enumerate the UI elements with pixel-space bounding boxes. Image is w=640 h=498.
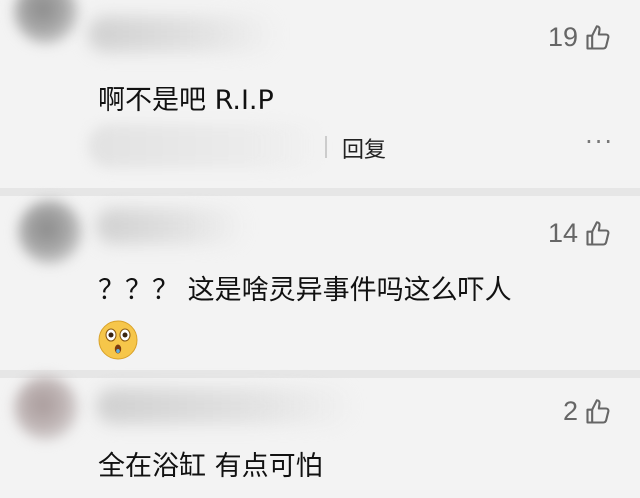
comment-item: 2 全在浴缸 有点可怕 <box>0 376 640 498</box>
reply-preview[interactable] <box>88 124 324 168</box>
like-button[interactable]: 2 <box>563 396 612 427</box>
like-count: 19 <box>547 22 578 52</box>
divider <box>0 188 640 196</box>
like-count: 14 <box>547 218 578 248</box>
avatar[interactable] <box>14 376 78 440</box>
thumbs-up-icon <box>586 24 610 50</box>
divider <box>0 370 640 378</box>
comment-text: ？？？ 这是啥灵异事件吗这么吓人 <box>98 275 512 306</box>
like-button[interactable]: 19 <box>548 22 612 53</box>
username[interactable] <box>96 208 246 244</box>
reply-button[interactable]: 回复 <box>342 132 386 164</box>
thumbs-up-icon <box>586 220 610 246</box>
comment-text: 啊不是吧 R.I.P <box>98 85 274 116</box>
like-count: 2 <box>562 396 578 426</box>
astonished-face-icon <box>98 320 138 360</box>
comment-item: 14 ？？？ 这是啥灵异事件吗这么吓人 <box>0 196 640 370</box>
username[interactable] <box>96 388 356 424</box>
comment-text: 全在浴缸 有点可怕 <box>98 451 323 482</box>
more-options-icon[interactable]: ··· <box>585 128 614 156</box>
avatar[interactable] <box>14 0 78 44</box>
username[interactable] <box>88 16 278 52</box>
comment-feed: 19 啊不是吧 R.I.P 回复 ··· 14 ？？？ 这是啥灵异事件吗这么吓人 <box>0 0 640 498</box>
thumbs-up-icon <box>586 398 610 424</box>
like-button[interactable]: 14 <box>548 218 612 249</box>
reply-separator <box>325 136 327 158</box>
comment-item: 19 啊不是吧 R.I.P 回复 ··· <box>0 0 640 188</box>
avatar[interactable] <box>18 200 82 264</box>
